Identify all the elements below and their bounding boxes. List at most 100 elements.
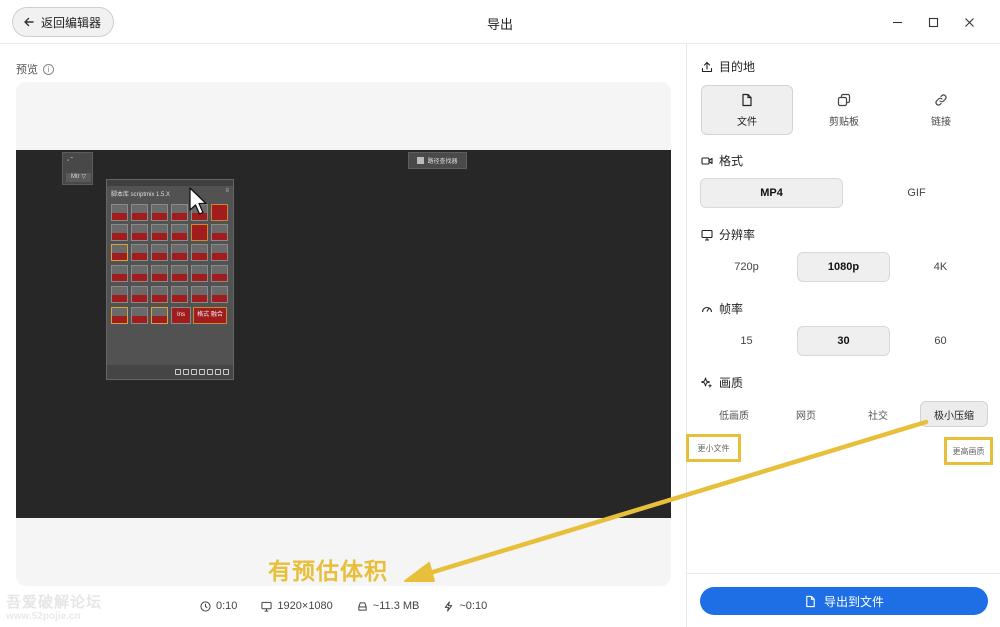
mini-tool-box: ▫ ˜ Mtr ▽ — [62, 152, 93, 185]
mini-box-label-bottom: Mtr ▽ — [66, 173, 91, 182]
panel-footer-icon — [175, 369, 181, 375]
panel-cell — [211, 286, 228, 303]
format-gif-option[interactable]: GIF — [845, 178, 988, 208]
minimize-icon — [892, 21, 902, 23]
lightning-icon — [445, 600, 453, 612]
panel-footer-icon — [183, 369, 189, 375]
annotation-text: 有预估体积 — [268, 558, 388, 584]
maximize-button[interactable] — [923, 12, 943, 32]
back-to-editor-button[interactable]: 返回编辑器 — [12, 7, 115, 37]
export-button-label: 导出到文件 — [823, 594, 884, 609]
panel-cell — [131, 224, 148, 241]
panel-footer-icon — [215, 369, 221, 375]
resolution-720p-option[interactable]: 720p — [700, 252, 793, 282]
title-bar: 返回编辑器 导出 — [0, 0, 1000, 44]
panel-cell — [191, 224, 208, 241]
minimize-button[interactable] — [887, 12, 907, 32]
mouse-cursor-icon — [189, 187, 207, 215]
duration-stat: 0:10 — [200, 599, 237, 613]
quality-web-option[interactable]: 网页 — [772, 401, 840, 427]
quality-heading-text: 画质 — [719, 376, 744, 390]
panel-footer-icon — [199, 369, 205, 375]
sparkle-icon — [701, 377, 713, 388]
panel-cell — [151, 265, 168, 282]
preview-label: 预览 i — [16, 61, 54, 77]
panel-cell — [111, 286, 128, 303]
arrow-left-icon — [24, 17, 34, 27]
panel-top-bar — [107, 180, 233, 186]
panel-cell — [211, 204, 228, 221]
panel-cell — [111, 204, 128, 221]
framerate-30-option[interactable]: 30 — [797, 326, 890, 356]
watermark-url: www.52pojie.cn — [6, 611, 81, 622]
destination-file-option[interactable]: 文件 — [701, 85, 793, 135]
panel-cell — [171, 265, 188, 282]
close-button[interactable] — [959, 12, 979, 32]
destination-clipboard-option[interactable]: 剪贴板 — [798, 85, 890, 135]
time-value: ~0:10 — [459, 600, 488, 612]
panel-cell — [151, 286, 168, 303]
panel-cell — [111, 265, 128, 282]
panel-cell — [171, 244, 188, 261]
panel-cell — [111, 244, 128, 261]
destination-heading-text: 目的地 — [719, 60, 756, 74]
destination-link-label: 链接 — [931, 116, 951, 128]
destination-clipboard-label: 剪贴板 — [829, 116, 859, 128]
panel-cell-merge: 格式 融合 — [193, 307, 227, 324]
export-to-file-button[interactable]: 导出到文件 — [700, 587, 988, 615]
framerate-15-option[interactable]: 15 — [700, 326, 793, 356]
panel-cell — [211, 244, 228, 261]
destination-file-label: 文件 — [737, 116, 757, 128]
panel-footer — [107, 365, 233, 379]
resolution-heading: 分辨率 — [701, 226, 755, 243]
watermark-title: 吾爱破解论坛 — [6, 594, 103, 611]
panel-cell — [191, 286, 208, 303]
file-icon — [806, 595, 815, 607]
panel-footer-icon — [191, 369, 197, 375]
drive-icon — [358, 601, 367, 611]
framerate-heading-text: 帧率 — [719, 302, 744, 316]
panel-title: 脚本库 scriptmix 1.5.X — [111, 192, 171, 198]
panel-cell — [151, 244, 168, 261]
path-finder-button: 路径查找器 — [408, 152, 467, 169]
preview-label-text: 预览 — [16, 64, 38, 76]
panel-cell — [111, 307, 128, 324]
resolution-1080p-option[interactable]: 1080p — [797, 252, 890, 282]
quality-social-option[interactable]: 社交 — [844, 401, 912, 427]
panel-cell — [171, 204, 188, 221]
export-stats: 0:10 1920×1080 ~11.3 MB ~0:10 — [200, 599, 487, 613]
panel-cell — [211, 265, 228, 282]
back-button-label: 返回编辑器 — [41, 15, 102, 30]
panel-cell — [111, 224, 128, 241]
close-icon — [964, 17, 974, 27]
size-value: ~11.3 MB — [372, 600, 420, 612]
monitor-icon — [261, 601, 273, 612]
destination-link-option[interactable]: 链接 — [895, 85, 987, 135]
quality-max-compress-option[interactable]: 极小压缩 — [920, 401, 988, 427]
panel-cell-ins: Ins — [171, 307, 191, 324]
resolution-stat: 1920×1080 — [261, 599, 333, 613]
speedometer-icon — [701, 306, 713, 312]
link-icon — [935, 93, 947, 106]
duration-value: 0:10 — [216, 600, 238, 612]
format-mp4-option[interactable]: MP4 — [700, 178, 843, 208]
panel-cell — [171, 286, 188, 303]
quality-heading: 画质 — [701, 374, 743, 391]
framerate-60-option[interactable]: 60 — [894, 326, 987, 356]
info-icon[interactable]: i — [43, 63, 54, 75]
panel-cell — [131, 307, 148, 324]
resolution-value: 1920×1080 — [277, 600, 333, 612]
panel-menu-icon: ≡ — [225, 188, 229, 194]
resolution-4k-option[interactable]: 4K — [894, 252, 987, 282]
panel-cell — [211, 224, 228, 241]
path-finder-label: 路径查找器 — [427, 159, 458, 165]
panel-cell — [191, 244, 208, 261]
time-stat: ~0:10 — [443, 599, 487, 613]
destination-heading: 目的地 — [701, 58, 755, 75]
mini-box-label-top: ▫ ˜ — [67, 158, 73, 164]
quality-low-option[interactable]: 低画质 — [700, 401, 768, 427]
panel-cell — [151, 224, 168, 241]
maximize-icon — [928, 17, 938, 27]
panel-cell — [131, 265, 148, 282]
panel-cell — [131, 204, 148, 221]
